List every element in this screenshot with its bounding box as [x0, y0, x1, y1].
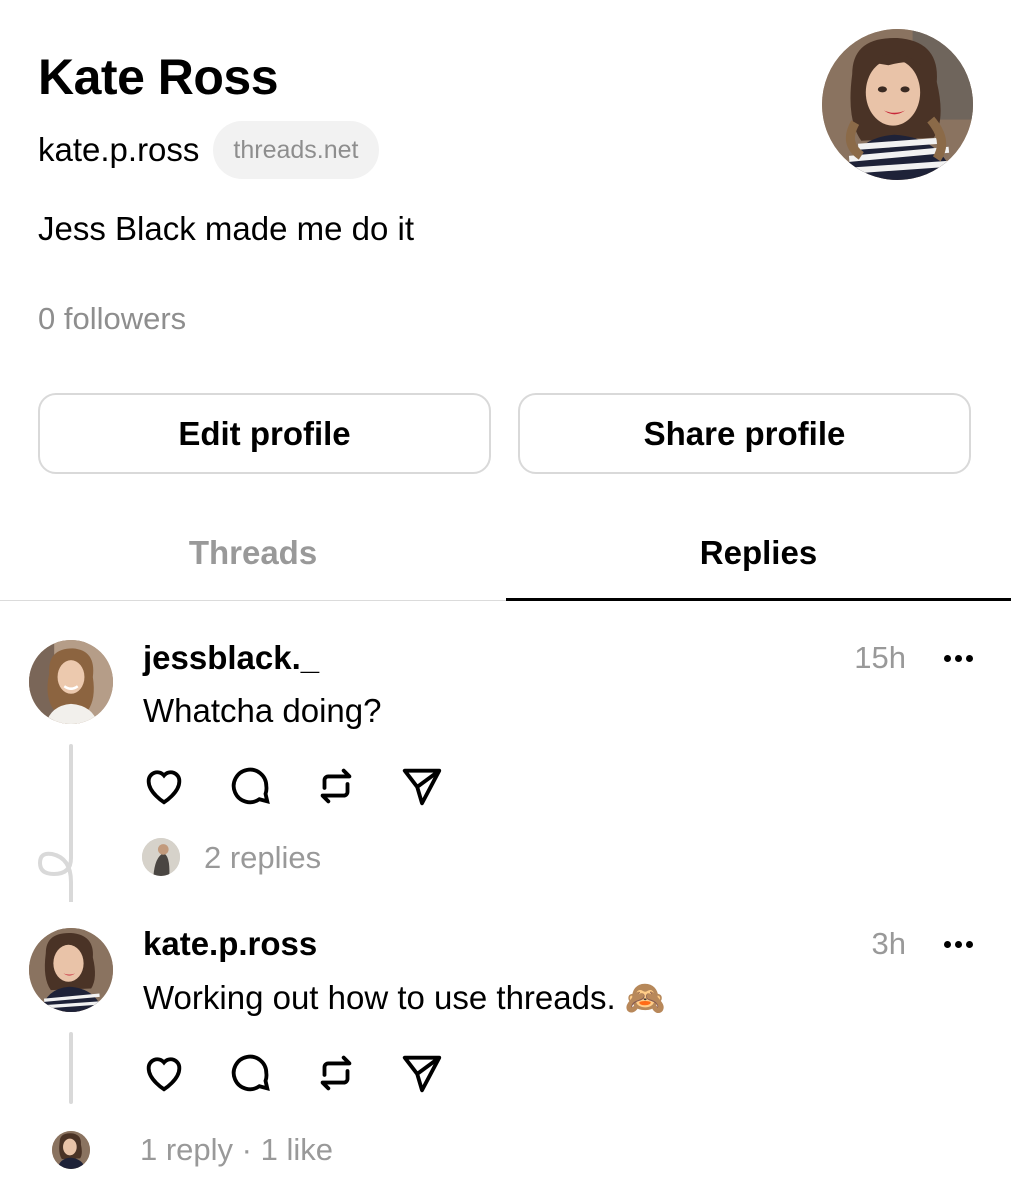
thread-line — [69, 744, 73, 844]
comment-icon[interactable] — [226, 762, 274, 810]
replier-avatar-image — [142, 838, 180, 876]
more-icon[interactable] — [938, 922, 978, 966]
post-username[interactable]: jessblack._ — [143, 636, 319, 680]
post-avatar-jessblack[interactable] — [29, 640, 113, 724]
post-username[interactable]: kate.p.ross — [143, 922, 317, 966]
post-text: Whatcha doing? — [143, 692, 382, 729]
post-timestamp: 3h — [871, 926, 906, 961]
profile-page: Kate Ross kate.p.ross threads.net Jess B… — [0, 0, 1011, 1200]
post-actions — [140, 762, 446, 810]
profile-name: Kate Ross — [38, 49, 279, 105]
more-icon[interactable] — [938, 636, 978, 680]
reply-like-count[interactable]: 1 reply · 1 like — [140, 1128, 333, 1172]
repost-icon[interactable] — [312, 762, 360, 810]
replier-avatar — [52, 1131, 90, 1169]
profile-avatar[interactable] — [822, 29, 973, 180]
post-avatar-kateross[interactable] — [29, 928, 113, 1012]
post-text: Working out how to use threads. 🙈 — [143, 979, 666, 1016]
profile-bio: Jess Black made me do it — [38, 210, 414, 247]
send-icon[interactable] — [398, 1049, 446, 1097]
domain-badge[interactable]: threads.net — [213, 121, 379, 179]
post-timestamp: 15h — [854, 640, 906, 675]
post-avatar-image — [29, 640, 113, 724]
followers-count[interactable]: 0 followers — [38, 296, 186, 342]
share-profile-button[interactable]: Share profile — [518, 393, 971, 474]
tab-threads[interactable]: Threads — [0, 522, 506, 584]
replier-avatar — [142, 838, 180, 876]
thread-loop-icon — [37, 838, 73, 902]
thread-line — [69, 1032, 73, 1104]
heart-icon[interactable] — [140, 762, 188, 810]
active-tab-indicator — [506, 598, 1011, 601]
handle-row: kate.p.ross threads.net — [38, 120, 379, 180]
post-actions — [140, 1049, 446, 1097]
replies-count[interactable]: 2 replies — [204, 836, 321, 880]
edit-profile-button[interactable]: Edit profile — [38, 393, 491, 474]
replier-avatar-image — [52, 1131, 90, 1169]
comment-icon[interactable] — [226, 1049, 274, 1097]
heart-icon[interactable] — [140, 1049, 188, 1097]
profile-avatar-image — [822, 29, 973, 180]
tab-replies[interactable]: Replies — [506, 522, 1011, 584]
post-avatar-image — [29, 928, 113, 1012]
send-icon[interactable] — [398, 762, 446, 810]
profile-handle: kate.p.ross — [38, 131, 200, 168]
repost-icon[interactable] — [312, 1049, 360, 1097]
